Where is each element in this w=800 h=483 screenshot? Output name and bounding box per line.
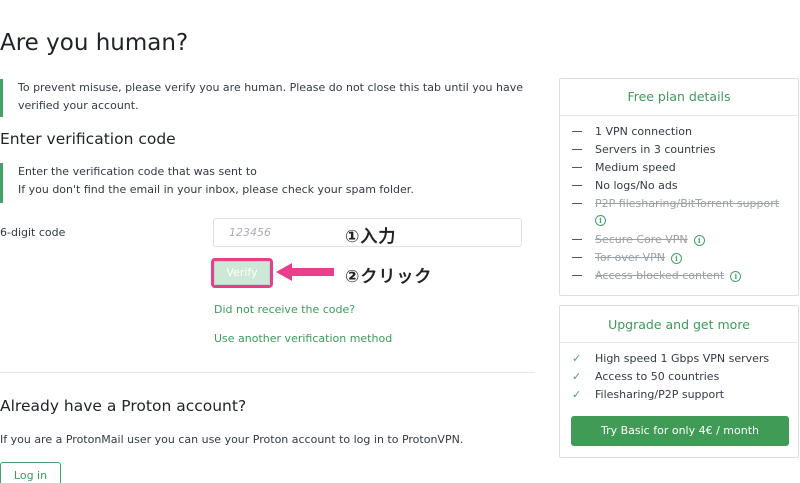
upgrade-panel: Upgrade and get more ✓ High speed 1 Gbps … — [559, 305, 799, 458]
annotation-step-1: ①入力 — [345, 227, 397, 247]
arrow-left-icon — [276, 263, 334, 281]
upgrade-title: Upgrade and get more — [608, 317, 750, 332]
dash-icon — [572, 202, 582, 204]
misuse-notice-line1: To prevent misuse, please verify you are… — [18, 81, 523, 94]
free-feature-unavailable: Secure Core VPN i — [572, 233, 705, 246]
verification-notice-line2: If you don't find the email in your inbo… — [18, 183, 414, 196]
dash-icon — [572, 148, 582, 150]
free-feature: No logs/No ads — [572, 179, 678, 192]
dash-icon — [572, 130, 582, 132]
check-icon: ✓ — [572, 388, 582, 401]
login-button[interactable]: Log in — [0, 462, 61, 483]
misuse-notice-line2: verified your account. — [18, 99, 139, 112]
free-feature-unavailable: P2P filesharing/BitTorrent support — [572, 197, 779, 210]
dash-icon — [572, 238, 582, 240]
free-plan-panel: Free plan details 1 VPN connection Serve… — [559, 78, 799, 296]
dash-icon — [572, 274, 582, 276]
info-circle-icon[interactable]: i — [730, 270, 742, 282]
verify-button[interactable]: Verify — [214, 261, 270, 285]
resend-code-link[interactable]: Did not receive the code? — [214, 303, 355, 316]
section-divider — [0, 372, 535, 373]
misuse-notice: To prevent misuse, please verify you are… — [0, 79, 530, 117]
dash-icon — [572, 184, 582, 186]
verification-notice-line1: Enter the verification code that was sen… — [18, 165, 257, 178]
free-feature-unavailable: Tor over VPN i — [572, 251, 683, 264]
info-circle-icon[interactable]: i — [671, 252, 683, 264]
page-title: Are you human? — [0, 30, 189, 56]
account-heading: Already have a Proton account? — [0, 397, 247, 415]
check-icon: ✓ — [572, 370, 582, 383]
check-icon: ✓ — [572, 352, 582, 365]
account-text: If you are a ProtonMail user you can use… — [0, 433, 464, 446]
info-circle-icon[interactable]: i — [595, 215, 606, 226]
upgrade-feature: ✓ Filesharing/P2P support — [572, 388, 725, 401]
free-feature: Medium speed — [572, 161, 676, 174]
try-basic-button[interactable]: Try Basic for only 4€ / month — [571, 416, 789, 446]
verify-highlight: Verify — [211, 258, 273, 288]
other-method-link[interactable]: Use another verification method — [214, 332, 392, 345]
dash-icon — [572, 166, 582, 168]
verification-notice: Enter the verification code that was sen… — [0, 163, 530, 203]
free-plan-title: Free plan details — [627, 89, 731, 104]
annotation-step-2: ②クリック — [345, 267, 433, 287]
upgrade-feature: ✓ Access to 50 countries — [572, 370, 720, 383]
info-circle-icon[interactable]: i — [693, 234, 705, 246]
panel-divider — [560, 115, 798, 116]
verification-heading: Enter verification code — [0, 130, 176, 148]
dash-icon — [572, 256, 582, 258]
free-feature: Servers in 3 countries — [572, 143, 715, 156]
panel-divider — [560, 342, 798, 343]
free-feature-unavailable: Access blocked content i — [572, 269, 742, 282]
code-label: 6-digit code — [0, 226, 66, 239]
upgrade-feature: ✓ High speed 1 Gbps VPN servers — [572, 352, 770, 365]
free-feature: 1 VPN connection — [572, 125, 692, 138]
